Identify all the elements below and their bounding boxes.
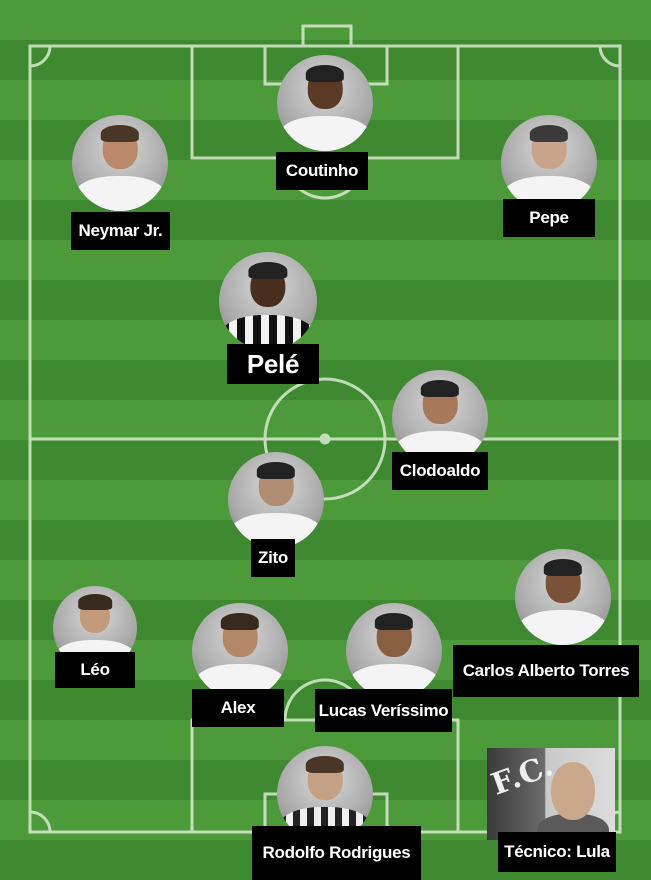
player-name-label: Rodolfo Rodrigues [252,826,421,880]
player-name-label: Zito [251,539,295,577]
player-name-label: Clodoaldo [392,452,488,490]
player-name-label: Coutinho [276,152,368,190]
player-name-label: Neymar Jr. [71,212,170,250]
player-photo [501,115,597,211]
player-photo [192,603,288,699]
club-crest: F.C. [487,748,558,803]
player-name-label: Carlos Alberto Torres [453,645,639,697]
player-name-label: Léo [55,652,135,688]
football-pitch: Coutinho Neymar Jr. Pepe Pelé Clodoaldo … [0,0,651,880]
player-name-label: Lucas Veríssimo [315,689,452,732]
player-photo [72,115,168,211]
player-photo [228,452,324,548]
player-name-label: Pelé [227,344,319,384]
coach-label: Técnico: Lula [498,832,616,872]
player-photo [277,55,373,151]
coach-photo: F.C. [487,748,615,840]
coach-face [551,762,595,820]
player-photo [346,603,442,699]
player-name-label: Pepe [503,199,595,237]
player-name-label: Alex [192,689,284,727]
player-photo [219,252,317,350]
player-photo [515,549,611,645]
